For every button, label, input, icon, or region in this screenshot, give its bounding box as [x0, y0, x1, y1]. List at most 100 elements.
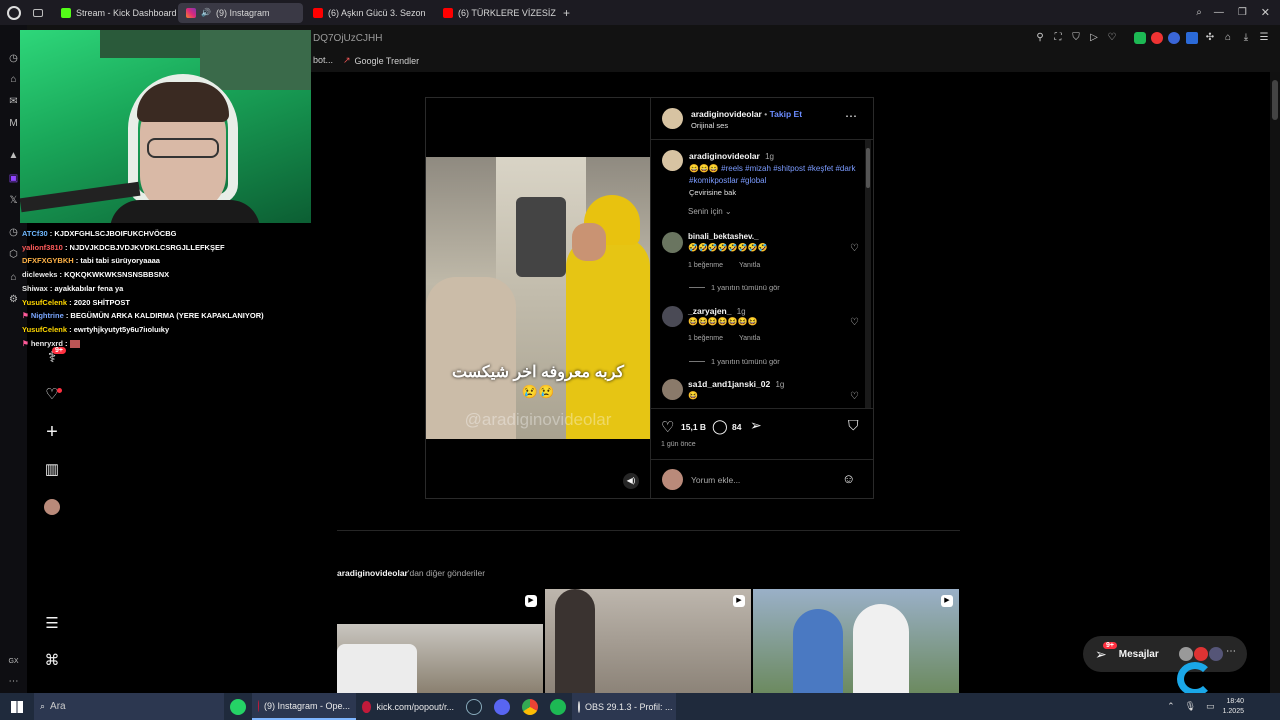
extension-blue-icon[interactable]	[1168, 32, 1180, 44]
comment-like-icon[interactable]: ♡	[850, 243, 859, 254]
more-options-icon[interactable]: ⋯	[845, 109, 857, 123]
grid-post[interactable]: ▶	[753, 589, 959, 693]
mail-icon[interactable]: ✉	[7, 95, 20, 108]
author-username[interactable]: aradiginovideolar	[691, 109, 762, 119]
taskbar-spotify[interactable]	[544, 693, 572, 720]
minimize-icon[interactable]: —	[1214, 7, 1224, 18]
new-tab-button[interactable]: +	[563, 6, 570, 20]
mic-icon[interactable]: 🎙	[1185, 701, 1196, 712]
profile-avatar[interactable]	[43, 498, 61, 516]
gx-icon[interactable]: GX	[7, 655, 20, 668]
cube-icon[interactable]: ⬡	[7, 248, 20, 261]
search-icon[interactable]: ⌕	[1196, 7, 1202, 18]
audio-label[interactable]: Orijinal ses	[691, 121, 728, 130]
taskbar-obs-window[interactable]: OBS 29.1.3 - Profil: ...	[572, 693, 676, 720]
pin-icon[interactable]: ⚲	[1034, 32, 1046, 44]
commenter-username[interactable]: _zaryajen_	[688, 306, 731, 316]
view-replies[interactable]: 1 yanıtın tümünü gör	[689, 283, 780, 292]
scroll-thumb[interactable]	[1272, 80, 1278, 120]
comment-icon[interactable]: ◯	[712, 418, 728, 435]
twitch-icon[interactable]: ▣	[7, 172, 20, 185]
close-icon[interactable]: ✕	[1261, 6, 1270, 19]
hashtag[interactable]: #keşfet	[807, 164, 833, 173]
translate-link[interactable]: Çevirisine bak	[689, 188, 736, 197]
comment-count[interactable]: 84	[732, 422, 741, 432]
network-icon[interactable]: ▭	[1206, 701, 1215, 712]
comment-like-icon[interactable]: ♡	[850, 391, 859, 402]
grid-post[interactable]: ▶	[337, 589, 543, 693]
follow-button[interactable]: Takip Et	[770, 109, 802, 119]
m-icon[interactable]: M	[7, 117, 20, 130]
taskbar-search[interactable]: ⌕ Ara	[34, 693, 224, 720]
threads-icon[interactable]: ⌘	[43, 652, 61, 670]
puzzle-icon[interactable]: ✣	[1204, 32, 1216, 44]
shield-icon[interactable]: ⛉	[1070, 32, 1082, 44]
tab-instagram[interactable]: 🔊 (9) Instagram	[178, 2, 303, 23]
comments-scrollbar[interactable]	[865, 140, 871, 408]
bookmark-icon[interactable]: ⛉	[848, 417, 859, 434]
emoji-icon[interactable]: ☺	[842, 471, 855, 486]
commenter-avatar[interactable]	[662, 306, 683, 327]
tab-kick-dashboard[interactable]: Stream - Kick Dashboard	[53, 3, 176, 23]
send-icon[interactable]: ➢	[750, 417, 762, 434]
taskbar-chrome[interactable]	[516, 693, 544, 720]
more-posts-user[interactable]: aradiginovideolar	[337, 568, 408, 578]
heart-icon[interactable]: ♡	[661, 418, 674, 436]
clock[interactable]: 18:40 1.2025	[1223, 697, 1244, 717]
taskbar-kick-window[interactable]: kick.com/popout/r...	[356, 693, 460, 720]
comment-input[interactable]: Yorum ekle...	[691, 475, 740, 485]
scroll-thumb[interactable]	[866, 148, 870, 188]
caption-avatar[interactable]	[662, 150, 683, 171]
settings-icon[interactable]: ⚙	[7, 293, 20, 306]
commenter-avatar[interactable]	[662, 379, 683, 400]
bag-icon[interactable]: ⌂	[1222, 32, 1234, 44]
taskbar-instagram-window[interactable]: (9) Instagram - Ope...	[252, 693, 356, 720]
like-count[interactable]: 15,1 B	[681, 422, 706, 432]
hashtag[interactable]: #reels	[721, 164, 743, 173]
restore-icon[interactable]: ❐	[1238, 7, 1247, 18]
messages-button[interactable]: ➢ 9+ Mesajlar ⋯	[1083, 636, 1247, 672]
address-bar[interactable]: DQ7OjUzCJHH	[313, 33, 382, 44]
reel-video[interactable]: كربه معروفه اخر شيكست 😢😢 @aradiginovideo…	[426, 98, 650, 498]
commenter-avatar[interactable]	[662, 232, 683, 253]
view-replies[interactable]: 1 yanıtın tümünü gör	[689, 357, 780, 366]
kick-side-icon[interactable]: ▲	[7, 149, 20, 162]
caption-username[interactable]: aradiginovideolar	[689, 151, 760, 161]
x-icon[interactable]: 𝕏	[7, 194, 20, 207]
commenter-username[interactable]: sa1d_and1janski_02	[688, 379, 770, 389]
chevron-up-icon[interactable]: ⌃	[1167, 701, 1175, 712]
reply-button[interactable]: Yanıtla	[739, 335, 760, 342]
opera-logo-icon[interactable]	[7, 5, 21, 20]
heart-outline-icon[interactable]: ♡	[1106, 32, 1118, 44]
extension-green-icon[interactable]	[1134, 32, 1146, 44]
grid-post[interactable]: ▶	[545, 589, 751, 693]
hashtag[interactable]: #komikpostlar	[689, 176, 738, 185]
taskbar-discord[interactable]	[488, 693, 516, 720]
more-icon[interactable]: ⋯	[7, 675, 20, 688]
history-icon[interactable]: ◷	[7, 52, 20, 65]
comment-likes[interactable]: 1 beğenme	[688, 262, 723, 269]
crop-icon[interactable]: ⛶	[1052, 32, 1064, 44]
taskbar-steam[interactable]	[460, 693, 488, 720]
commenter-username[interactable]: binali_bektashev._	[688, 232, 759, 241]
hashtag[interactable]: #mizah	[745, 164, 771, 173]
hashtag[interactable]: #shitpost	[773, 164, 805, 173]
tab-youtube-2[interactable]: (6) TÜRKLERE VİZESİZ O	[435, 3, 557, 23]
author-avatar[interactable]	[662, 108, 683, 129]
tab-youtube-1[interactable]: (6) Aşkın Gücü 3. Sezon	[305, 3, 433, 23]
extension-square-icon[interactable]	[1186, 32, 1198, 44]
page-scrollbar[interactable]	[1270, 72, 1280, 693]
comment-like-icon[interactable]: ♡	[850, 317, 859, 328]
bookmark-google-trends[interactable]: ↗ Google Trendler	[343, 55, 419, 66]
hashtag[interactable]: #global	[741, 176, 767, 185]
comment-likes[interactable]: 1 beğenme	[688, 335, 723, 342]
home-icon[interactable]: ⌂	[7, 271, 20, 284]
play-icon[interactable]: ▷	[1088, 32, 1100, 44]
menu-icon[interactable]: ☰	[1258, 32, 1270, 44]
comment-sort[interactable]: Senin için ⌄	[688, 207, 732, 216]
start-button[interactable]	[0, 693, 34, 720]
download-icon[interactable]: ⤓	[1240, 32, 1252, 44]
menu-hamburger-icon[interactable]: ☰	[43, 615, 61, 633]
create-icon[interactable]: +	[43, 422, 61, 442]
hashtag[interactable]: #dark	[835, 164, 855, 173]
